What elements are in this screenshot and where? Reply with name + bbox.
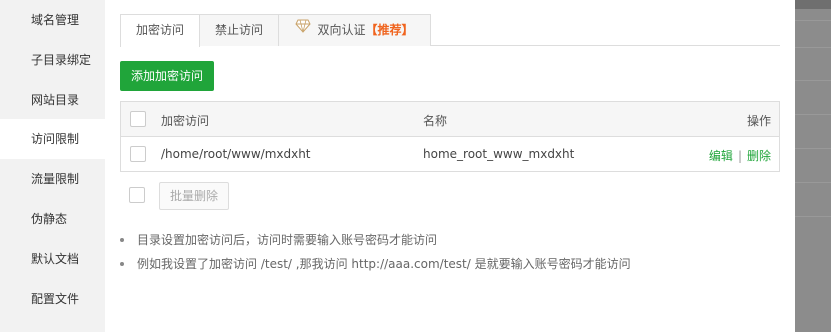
overlay-line xyxy=(795,80,831,81)
diamond-icon xyxy=(295,14,312,45)
note-text: 目录设置加密访问后，访问时需要输入账号密码才能访问 xyxy=(137,233,438,247)
table-row: /home/root/www/mxdxht home_root_www_mxdx… xyxy=(121,137,779,171)
encrypt-access-table: 加密访问 名称 操作 /home/root/www/mxdxht home_ro… xyxy=(120,101,780,172)
row-path: /home/root/www/mxdxht xyxy=(161,147,311,161)
row-name: home_root_www_mxdxht xyxy=(423,147,575,161)
header-name: 名称 xyxy=(423,114,448,128)
row-checkbox[interactable] xyxy=(130,146,146,162)
table-header: 加密访问 名称 操作 xyxy=(121,102,779,137)
sidebar-item-default-doc[interactable]: 默认文档 xyxy=(0,239,105,279)
sidebar-item-subdir-binding[interactable]: 子目录绑定 xyxy=(0,40,105,80)
sidebar-item-traffic-limit[interactable]: 流量限制 xyxy=(0,159,105,199)
note-item: 目录设置加密访问后，访问时需要输入账号密码才能访问 xyxy=(118,232,778,256)
tab-bar: 加密访问 禁止访问 双向认证【推荐】 xyxy=(120,14,780,47)
tab-twoway-auth[interactable]: 双向认证【推荐】 xyxy=(278,14,431,46)
overlay-line xyxy=(795,20,831,21)
header-ops: 操作 xyxy=(746,114,771,128)
recommend-badge: 【推荐】 xyxy=(365,23,414,37)
overlay-line xyxy=(795,47,831,48)
overlay-line xyxy=(795,114,831,115)
sidebar-item-domain[interactable]: 域名管理 xyxy=(0,0,105,40)
bullet-icon xyxy=(120,262,124,266)
batch-delete-button[interactable]: 批量删除 xyxy=(159,182,229,210)
row-ops: 编辑 | 删除 xyxy=(709,147,771,164)
sidebar-item-rewrite[interactable]: 伪静态 xyxy=(0,199,105,239)
tab-forbid-access[interactable]: 禁止访问 xyxy=(199,14,279,46)
edit-link[interactable]: 编辑 xyxy=(709,149,733,163)
tab-twoway-label: 双向认证 xyxy=(317,23,366,37)
header-path: 加密访问 xyxy=(161,114,210,128)
background-overlay xyxy=(795,0,831,332)
overlay-line xyxy=(795,148,831,149)
overlay-line xyxy=(795,216,831,217)
ops-separator: | xyxy=(737,149,742,163)
note-text: 例如我设置了加密访问 /test/ ,那我访问 http://aaa.com/t… xyxy=(137,257,631,271)
tab-encrypt-access[interactable]: 加密访问 xyxy=(120,14,200,47)
note-item: 例如我设置了加密访问 /test/ ,那我访问 http://aaa.com/t… xyxy=(118,256,778,280)
delete-link[interactable]: 删除 xyxy=(747,149,771,163)
bullet-icon xyxy=(120,238,124,242)
help-notes: 目录设置加密访问后，访问时需要输入账号密码才能访问 例如我设置了加密访问 /te… xyxy=(118,232,778,280)
overlay-line xyxy=(795,182,831,183)
sidebar: 域名管理 子目录绑定 网站目录 访问限制 流量限制 伪静态 默认文档 配置文件 xyxy=(0,0,105,332)
batch-select-checkbox[interactable] xyxy=(129,187,145,203)
add-encrypt-access-button[interactable]: 添加加密访问 xyxy=(120,61,214,91)
sidebar-item-access-limit[interactable]: 访问限制 xyxy=(0,119,105,159)
select-all-checkbox[interactable] xyxy=(130,111,146,127)
sidebar-item-site-dir[interactable]: 网站目录 xyxy=(0,80,105,120)
overlay-top xyxy=(795,0,831,9)
sidebar-item-config-file[interactable]: 配置文件 xyxy=(0,279,105,319)
